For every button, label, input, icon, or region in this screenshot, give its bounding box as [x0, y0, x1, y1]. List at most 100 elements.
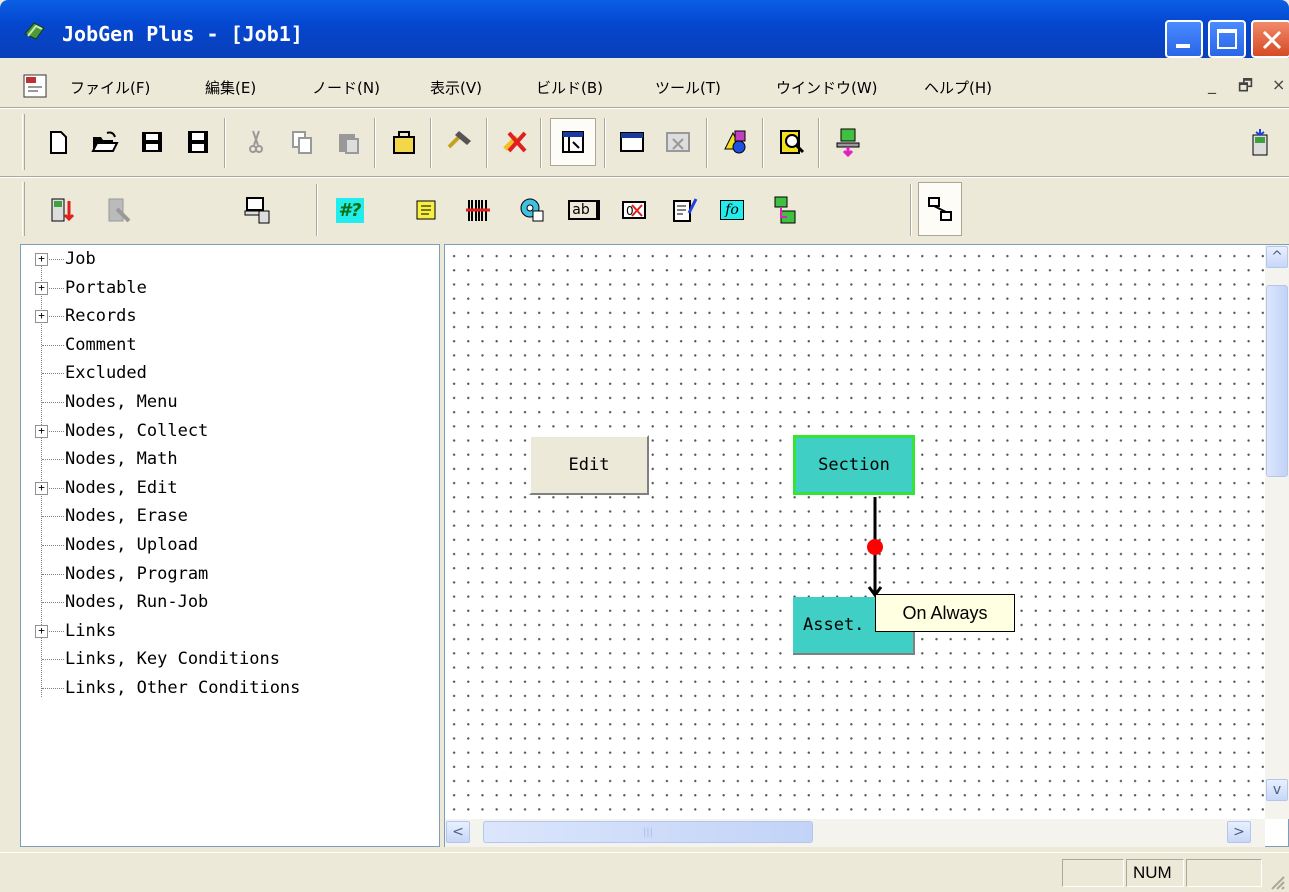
fo-node-icon[interactable]: fo	[712, 190, 752, 230]
expand-icon[interactable]: +	[35, 424, 48, 438]
tree-view-icon[interactable]	[550, 118, 596, 166]
tree-connector	[42, 459, 64, 461]
expand-icon[interactable]: +	[35, 253, 48, 266]
edit-node-icon[interactable]	[664, 190, 704, 230]
find-icon[interactable]	[772, 122, 812, 162]
build-hammer-icon[interactable]	[440, 122, 480, 162]
tree-item-label: Job	[65, 249, 96, 269]
save-all-icon[interactable]	[178, 122, 218, 162]
link-condition-dot	[867, 539, 883, 555]
scroll-up-button[interactable]: ^	[1266, 246, 1288, 268]
toolbar-separator	[818, 118, 820, 168]
expand-icon[interactable]: +	[35, 281, 48, 295]
device-download-icon[interactable]	[42, 190, 82, 230]
menu-edit[interactable]: 編集(E)	[205, 77, 256, 98]
mdi-restore-button[interactable]: 🗗	[1238, 75, 1253, 102]
vertical-scroll-thumb[interactable]	[1266, 285, 1288, 477]
shapes-icon[interactable]	[716, 122, 756, 162]
new-file-icon[interactable]	[38, 122, 78, 162]
job-box-icon[interactable]	[384, 122, 424, 162]
expand-icon[interactable]: +	[35, 310, 48, 324]
horizontal-scroll-thumb[interactable]: |||	[483, 821, 813, 843]
tree-view[interactable]: + Job + Portable + Records Comment Excluded Node…	[20, 244, 440, 847]
open-folder-icon[interactable]	[84, 122, 124, 162]
tree-item[interactable]: Nodes, Upload	[21, 531, 439, 559]
resize-grip-icon[interactable]	[1266, 871, 1286, 891]
window-icon[interactable]	[612, 122, 652, 162]
mdi-minimize-button[interactable]: _	[1208, 75, 1216, 94]
save-icon[interactable]	[132, 122, 172, 162]
diagram-pane: Edit Section Asset. On Always ^ v < ||| …	[444, 244, 1289, 847]
erase-node-icon[interactable]: 0	[614, 190, 654, 230]
horizontal-scrollbar[interactable]: < ||| >	[445, 819, 1265, 847]
tree-item-label: Links, Key Conditions	[65, 649, 280, 670]
tree-item[interactable]: + Nodes, Edit	[21, 474, 439, 502]
fo-node-label: fo	[720, 200, 744, 220]
program-node-icon[interactable]	[764, 190, 804, 230]
tree-item[interactable]: Nodes, Menu	[21, 388, 439, 416]
mdi-close-button[interactable]: ×	[1272, 75, 1285, 94]
clear-build-icon[interactable]	[496, 122, 536, 162]
diagram-canvas[interactable]: Edit Section Asset. On Always	[445, 245, 1265, 819]
disk-node-icon[interactable]	[512, 190, 552, 230]
ab-node-icon[interactable]: ab	[564, 190, 604, 230]
edit-node[interactable]: Edit	[529, 435, 649, 495]
tree-connector	[42, 659, 64, 661]
tree-item[interactable]: Nodes, Program	[21, 560, 439, 588]
menu-view[interactable]: 表示(V)	[430, 77, 482, 98]
toolbar-grip[interactable]	[22, 114, 25, 170]
link-tool-icon[interactable]	[918, 182, 962, 236]
paste-icon[interactable]	[328, 122, 368, 162]
close-window-icon[interactable]	[658, 122, 698, 162]
menu-node[interactable]: ノード(N)	[312, 77, 380, 98]
computer-device-icon[interactable]	[238, 190, 278, 230]
tree-item[interactable]: + Links	[21, 617, 439, 645]
tree-item[interactable]: + Nodes, Collect	[21, 417, 439, 445]
vertical-scrollbar[interactable]: ^ v	[1265, 245, 1289, 819]
cut-icon[interactable]	[236, 122, 276, 162]
copy-icon[interactable]	[282, 122, 322, 162]
tree-item[interactable]: Links, Other Conditions	[21, 674, 439, 702]
tree-item[interactable]: + Job	[21, 245, 439, 273]
device-disabled-icon[interactable]	[98, 190, 138, 230]
prompt-node-icon[interactable]: #?	[330, 190, 370, 230]
tree-item[interactable]: Excluded	[21, 359, 439, 387]
tree-item[interactable]: Comment	[21, 331, 439, 359]
tree-item[interactable]: + Records	[21, 302, 439, 330]
link-arrow[interactable]	[855, 497, 885, 599]
toolbar-grip[interactable]	[22, 182, 25, 236]
scroll-right-button[interactable]: >	[1227, 821, 1251, 843]
scroll-left-button[interactable]: <	[446, 821, 470, 843]
transfer-icon[interactable]	[828, 122, 868, 162]
maximize-button[interactable]	[1208, 20, 1246, 58]
expand-icon[interactable]: +	[35, 624, 48, 638]
close-button[interactable]	[1251, 20, 1289, 58]
section-node[interactable]: Section	[793, 435, 915, 495]
minimize-button[interactable]	[1165, 20, 1203, 58]
menu-help[interactable]: ヘルプ(H)	[924, 77, 992, 98]
tree-item-label: Comment	[65, 334, 137, 355]
menu-build[interactable]: ビルド(B)	[536, 77, 603, 98]
text-node-icon[interactable]	[406, 190, 446, 230]
tree-item-label: Nodes, Run-Job	[65, 592, 209, 613]
tree-item-label: Nodes, Math	[65, 449, 178, 470]
toolbar-separator	[224, 118, 226, 168]
menu-window[interactable]: ウインドウ(W)	[776, 77, 878, 98]
device-icon[interactable]	[1240, 122, 1280, 162]
barcode-node-icon[interactable]	[458, 190, 498, 230]
expand-icon[interactable]: +	[35, 481, 48, 495]
status-panel-1	[1062, 859, 1124, 887]
tree-item-label: Links	[65, 620, 117, 641]
tree-item[interactable]: Nodes, Run-Job	[21, 588, 439, 616]
document-icon[interactable]	[22, 73, 48, 99]
separator	[0, 107, 1289, 109]
tree-item[interactable]: Nodes, Math	[21, 445, 439, 473]
menu-tools[interactable]: ツール(T)	[655, 77, 721, 98]
tree-item[interactable]: Nodes, Erase	[21, 502, 439, 530]
tree-item[interactable]: + Portable	[21, 274, 439, 302]
menu-file[interactable]: ファイル(F)	[70, 77, 150, 98]
tree-item[interactable]: Links, Key Conditions	[21, 645, 439, 673]
title-bar: JobGen Plus - [Job1]	[0, 0, 1289, 58]
status-panel-3	[1186, 859, 1262, 887]
scroll-down-button[interactable]: v	[1266, 779, 1288, 801]
